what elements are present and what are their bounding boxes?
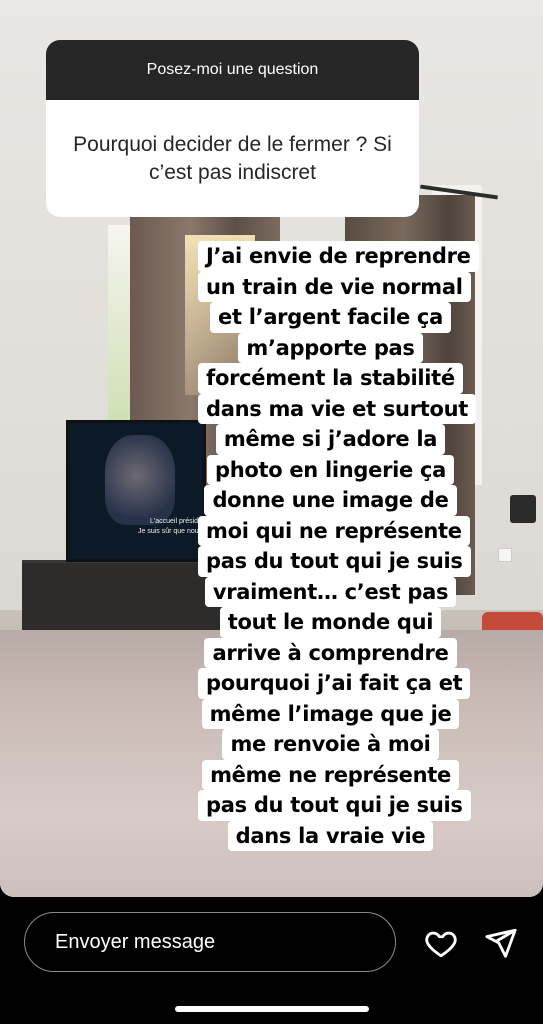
answer-line: même l’image que je	[201, 698, 460, 729]
send-message-input[interactable]: Envoyer message	[24, 912, 396, 972]
answer-line: et l’argent facile ça	[210, 302, 451, 333]
tv-subtitle: Je suis sûr que nous	[138, 528, 203, 535]
answer-line: vraiment… c’est pas	[204, 576, 457, 607]
answer-line: pourquoi j’ai fait ça et	[198, 668, 471, 699]
answer-line: m’apporte pas	[238, 332, 423, 363]
answer-line: dans ma vie et surtout	[198, 393, 477, 424]
answer-line: même si j’adore la	[215, 424, 446, 455]
question-sticker-header: Posez-moi une question	[46, 40, 419, 100]
question-sticker[interactable]: Posez-moi une question Pourquoi decider …	[46, 40, 419, 217]
send-message-placeholder: Envoyer message	[55, 930, 216, 953]
answer-line: moi qui ne représente	[198, 515, 470, 546]
answer-text-block: J’ai envie de reprendre un train de vie n…	[198, 241, 479, 851]
answer-line: même ne représente	[202, 759, 459, 790]
send-icon[interactable]	[484, 926, 518, 960]
question-text: Pourquoi decider de le fermer ? Si c’est…	[73, 132, 392, 184]
tv-subtitle: L'accueil préside	[150, 518, 202, 525]
home-indicator[interactable]	[175, 1006, 369, 1012]
answer-line: tout le monde qui	[219, 607, 442, 638]
heart-icon[interactable]	[424, 926, 458, 960]
tv-screen-image	[105, 435, 175, 525]
story-image[interactable]: L'accueil préside Je suis sûr que nous P…	[0, 0, 543, 897]
answer-line: photo en lingerie ça	[206, 454, 455, 485]
answer-line: me renvoie à moi	[222, 729, 439, 760]
answer-line: pas du tout qui je suis	[198, 790, 471, 821]
router	[510, 495, 536, 523]
outlet	[498, 548, 512, 562]
answer-line: arrive à comprendre	[204, 637, 457, 668]
answer-line: donne une image de	[204, 485, 457, 516]
tv-stand	[22, 560, 222, 641]
answer-line: dans la vraie vie	[227, 820, 434, 851]
answer-line: J’ai envie de reprendre	[198, 241, 479, 272]
answer-line: forcément la stabilité	[198, 363, 463, 394]
answer-line: pas du tout qui je suis	[198, 546, 471, 577]
answer-line: un train de vie normal	[198, 271, 471, 302]
